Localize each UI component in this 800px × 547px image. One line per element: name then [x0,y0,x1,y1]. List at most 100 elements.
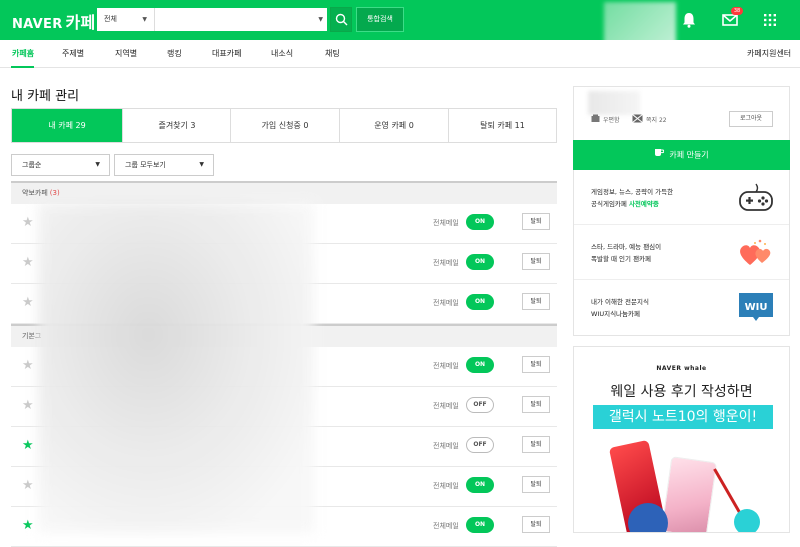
notes-link[interactable]: 쪽지 22 [646,115,667,124]
leave-button[interactable]: 탈퇴 [522,436,550,453]
leave-button[interactable]: 탈퇴 [522,356,550,373]
star-filled-icon[interactable]: ★ [22,519,34,533]
tab-my-cafe[interactable]: 내 카페 29 [12,109,122,142]
star-filled-icon[interactable]: ★ [22,439,34,453]
make-cafe-label: 카페 만들기 [669,150,709,160]
sort-select[interactable]: 그룹순 ▼ [11,154,110,176]
note-icon [632,114,643,123]
nav-support-center[interactable]: 카페지원센터 [747,48,791,59]
nav-by-topic[interactable]: 주제별 [62,48,84,59]
search-icon [335,13,348,26]
mail-count-badge: 38 [731,7,743,15]
mail-label: 전체메일 [433,362,459,370]
group-name: 약보카페 [22,189,48,197]
search-box: 전체 ▼ ▼ [96,7,328,32]
ad-subheadline: 갤럭시 노트10의 행운이! [593,405,773,429]
logo-brand: NAVER [12,17,63,32]
search-scope-label: 전체 [104,15,117,23]
mail-label: 전체메일 [433,219,459,227]
star-icon[interactable]: ★ [22,296,34,310]
cup-icon [654,140,665,170]
naver-cafe-logo[interactable]: NAVER 카페 [12,9,96,33]
mail-label: 전체메일 [433,402,459,410]
mail-toggle[interactable]: ON [466,477,494,493]
nav-cafe-home[interactable]: 카페홈 [12,48,34,59]
mailbox-link[interactable]: 우편함 [603,115,620,124]
promo-line1: 스타, 드라마, 예능 팬심이 [591,243,662,251]
nav-active-indicator [11,66,34,68]
app-grid-icon[interactable] [760,10,780,30]
ad-brand: NAVER whale [656,365,707,372]
promo-item-fancafe[interactable]: 스타, 드라마, 예능 팬심이 폭발할 때 인기 팬카페 [574,225,789,280]
sort-select-value: 그룹순 [22,161,42,169]
tab-favorites[interactable]: 즐겨찾기 3 [122,109,231,142]
star-icon[interactable]: ★ [22,399,34,413]
promo-line1: 내가 이해한 전문지식 [591,298,649,306]
leave-button[interactable]: 탈퇴 [522,476,550,493]
cafe-tabs: 내 카페 29 즐겨찾기 3 가입 신청중 0 운영 카페 0 탈퇴 카페 11 [11,108,557,143]
caret-down-icon: ▼ [142,16,147,23]
mail-toggle[interactable]: ON [466,254,494,270]
global-nav: 카페홈 주제별 지역별 랭킹 대표카페 내소식 채팅 카페지원센터 [0,40,800,68]
caret-down-icon: ▼ [199,161,204,168]
logo-service: 카페 [65,13,96,32]
mail-label: 전체메일 [433,522,459,530]
leave-button[interactable]: 탈퇴 [522,516,550,533]
redacted-cafe-names [38,202,314,533]
tab-left-cafes[interactable]: 탈퇴 카페 11 [448,109,556,142]
star-icon[interactable]: ★ [22,359,34,373]
ad-headline: 웨일 사용 후기 작성하면 [610,384,753,400]
total-search-button[interactable]: 통합검색 [356,7,404,32]
promo-line2-prefix: 공식게임카페 [591,200,629,208]
promo-list: 게임정보, 뉴스, 공략이 가득한 공식게임카페 사전예약중 스타, 드라마, … [573,170,790,336]
search-input[interactable] [157,10,307,29]
leave-button[interactable]: 탈퇴 [522,396,550,413]
search-button[interactable] [330,7,352,32]
wiu-logo-icon: WIU [739,293,773,321]
promo-line2: 폭발할 때 인기 팬카페 [591,255,652,263]
star-icon[interactable]: ★ [22,216,34,230]
tab-pending[interactable]: 가입 신청중 0 [230,109,339,142]
promo-line2: 공식게임카페 사전예약중 [591,198,673,210]
nav-chat[interactable]: 채팅 [325,48,340,59]
group-header: 약보카페 (3) [11,181,557,204]
mail-toggle[interactable]: OFF [466,397,494,413]
logout-button[interactable]: 로그아웃 [729,111,773,127]
mail-toggle[interactable]: ON [466,214,494,230]
leave-button[interactable]: 탈퇴 [522,213,550,230]
promo-line2: WIU지식나눔카페 [591,310,640,318]
make-cafe-button[interactable]: 카페 만들기 [573,140,790,170]
svg-text:WIU: WIU [745,302,768,313]
promo-line1: 게임정보, 뉴스, 공략이 가득한 [591,188,674,196]
group-count: (3) [49,189,60,197]
whale-ad-banner[interactable]: NAVER whale 웨일 사용 후기 작성하면 갤럭시 노트10의 행운이! [573,346,790,533]
hearts-icon [740,239,771,265]
nav-featured-cafe[interactable]: 대표카페 [212,48,241,59]
mail-label: 전체메일 [433,259,459,267]
autocomplete-toggle-icon[interactable]: ▼ [318,8,323,31]
mail-toggle[interactable]: OFF [466,437,494,453]
decor-circle [734,509,760,532]
bell-icon[interactable] [679,10,699,30]
profile-name-redacted [588,91,640,115]
tab-managed[interactable]: 운영 카페 0 [339,109,448,142]
profile-box: 우편함 쪽지 22 로그아웃 [573,86,790,140]
mail-toggle[interactable]: ON [466,517,494,533]
promo-item-wiu[interactable]: 내가 이해한 전문지식 WIU지식나눔카페 WIU [574,280,789,335]
star-icon[interactable]: ★ [22,479,34,493]
mail-label: 전체메일 [433,482,459,490]
promo-item-game[interactable]: 게임정보, 뉴스, 공략이 가득한 공식게임카페 사전예약중 [574,170,789,225]
leave-button[interactable]: 탈퇴 [522,293,550,310]
nav-by-region[interactable]: 지역별 [115,48,137,59]
mail-toggle[interactable]: ON [466,294,494,310]
search-scope-select[interactable]: 전체 ▼ [97,8,155,31]
mail-toggle[interactable]: ON [466,357,494,373]
nav-ranking[interactable]: 랭킹 [167,48,182,59]
nav-my-news[interactable]: 내소식 [271,48,293,59]
star-icon[interactable]: ★ [22,256,34,270]
leave-button[interactable]: 탈퇴 [522,253,550,270]
group-filter-select[interactable]: 그룹 모두보기 ▼ [114,154,214,176]
page-title: 내 카페 관리 [11,89,80,104]
group-filter-value: 그룹 모두보기 [125,161,166,169]
mailbox-icon [591,114,600,122]
